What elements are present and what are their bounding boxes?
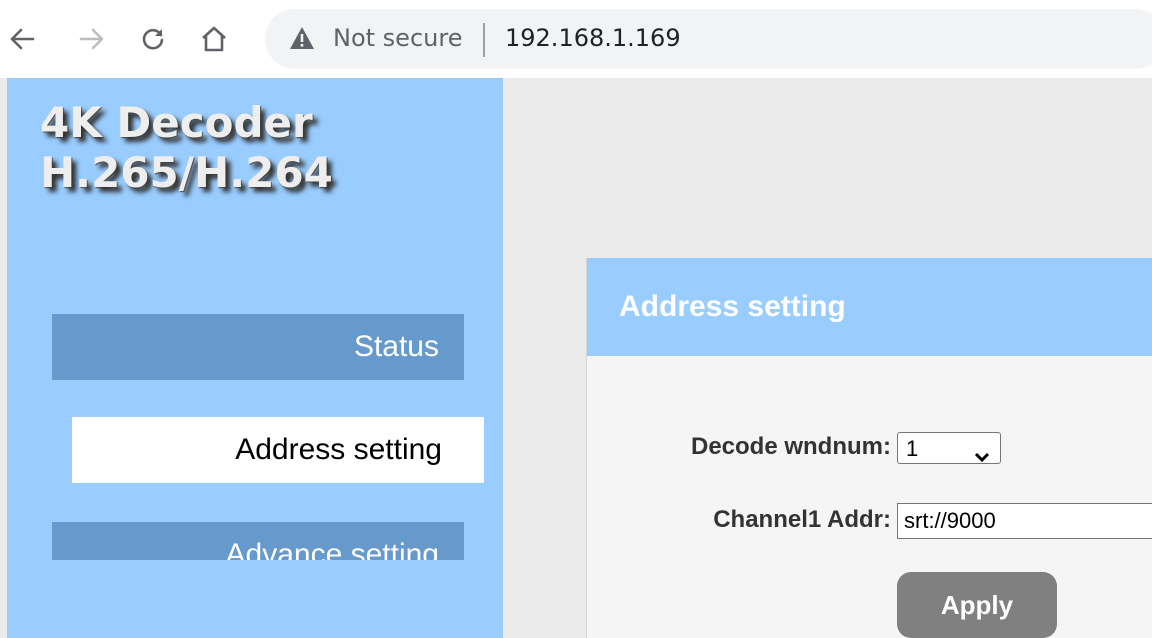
panel-title: Address setting [587, 258, 1152, 356]
reload-icon[interactable] [137, 16, 169, 62]
brand-title: 4K Decoder H.265/H.264 [40, 98, 333, 198]
address-setting-panel: Address setting Decode wndnum: 1 Channel… [586, 258, 1152, 638]
brand-line-2: H.265/H.264 [40, 148, 333, 197]
sidebar-item-advance-setting[interactable]: Advance setting [52, 522, 464, 560]
warning-icon[interactable] [289, 26, 315, 55]
browser-toolbar: Not secure 192.168.1.169 [0, 0, 1152, 78]
sidebar-item-address-setting[interactable]: Address setting [72, 417, 484, 483]
decode-wndnum-value: 1 [906, 436, 919, 461]
chevron-down-icon [974, 443, 990, 469]
decode-wndnum-select[interactable]: 1 [897, 432, 1001, 464]
address-bar[interactable]: Not secure 192.168.1.169 [265, 9, 1152, 69]
home-icon[interactable] [198, 16, 230, 62]
channel1-addr-label: Channel1 Addr: [713, 506, 891, 533]
apply-button[interactable]: Apply [897, 572, 1057, 638]
divider [483, 23, 485, 57]
forward-arrow-icon[interactable] [76, 16, 108, 62]
decode-wndnum-label: Decode wndnum: [690, 433, 891, 460]
channel1-addr-input[interactable] [897, 503, 1152, 539]
url-text[interactable]: 192.168.1.169 [505, 24, 681, 52]
security-status[interactable]: Not secure [333, 24, 462, 52]
brand-line-1: 4K Decoder [40, 98, 313, 147]
back-arrow-icon[interactable] [6, 16, 38, 62]
sidebar-item-status[interactable]: Status [52, 314, 464, 380]
